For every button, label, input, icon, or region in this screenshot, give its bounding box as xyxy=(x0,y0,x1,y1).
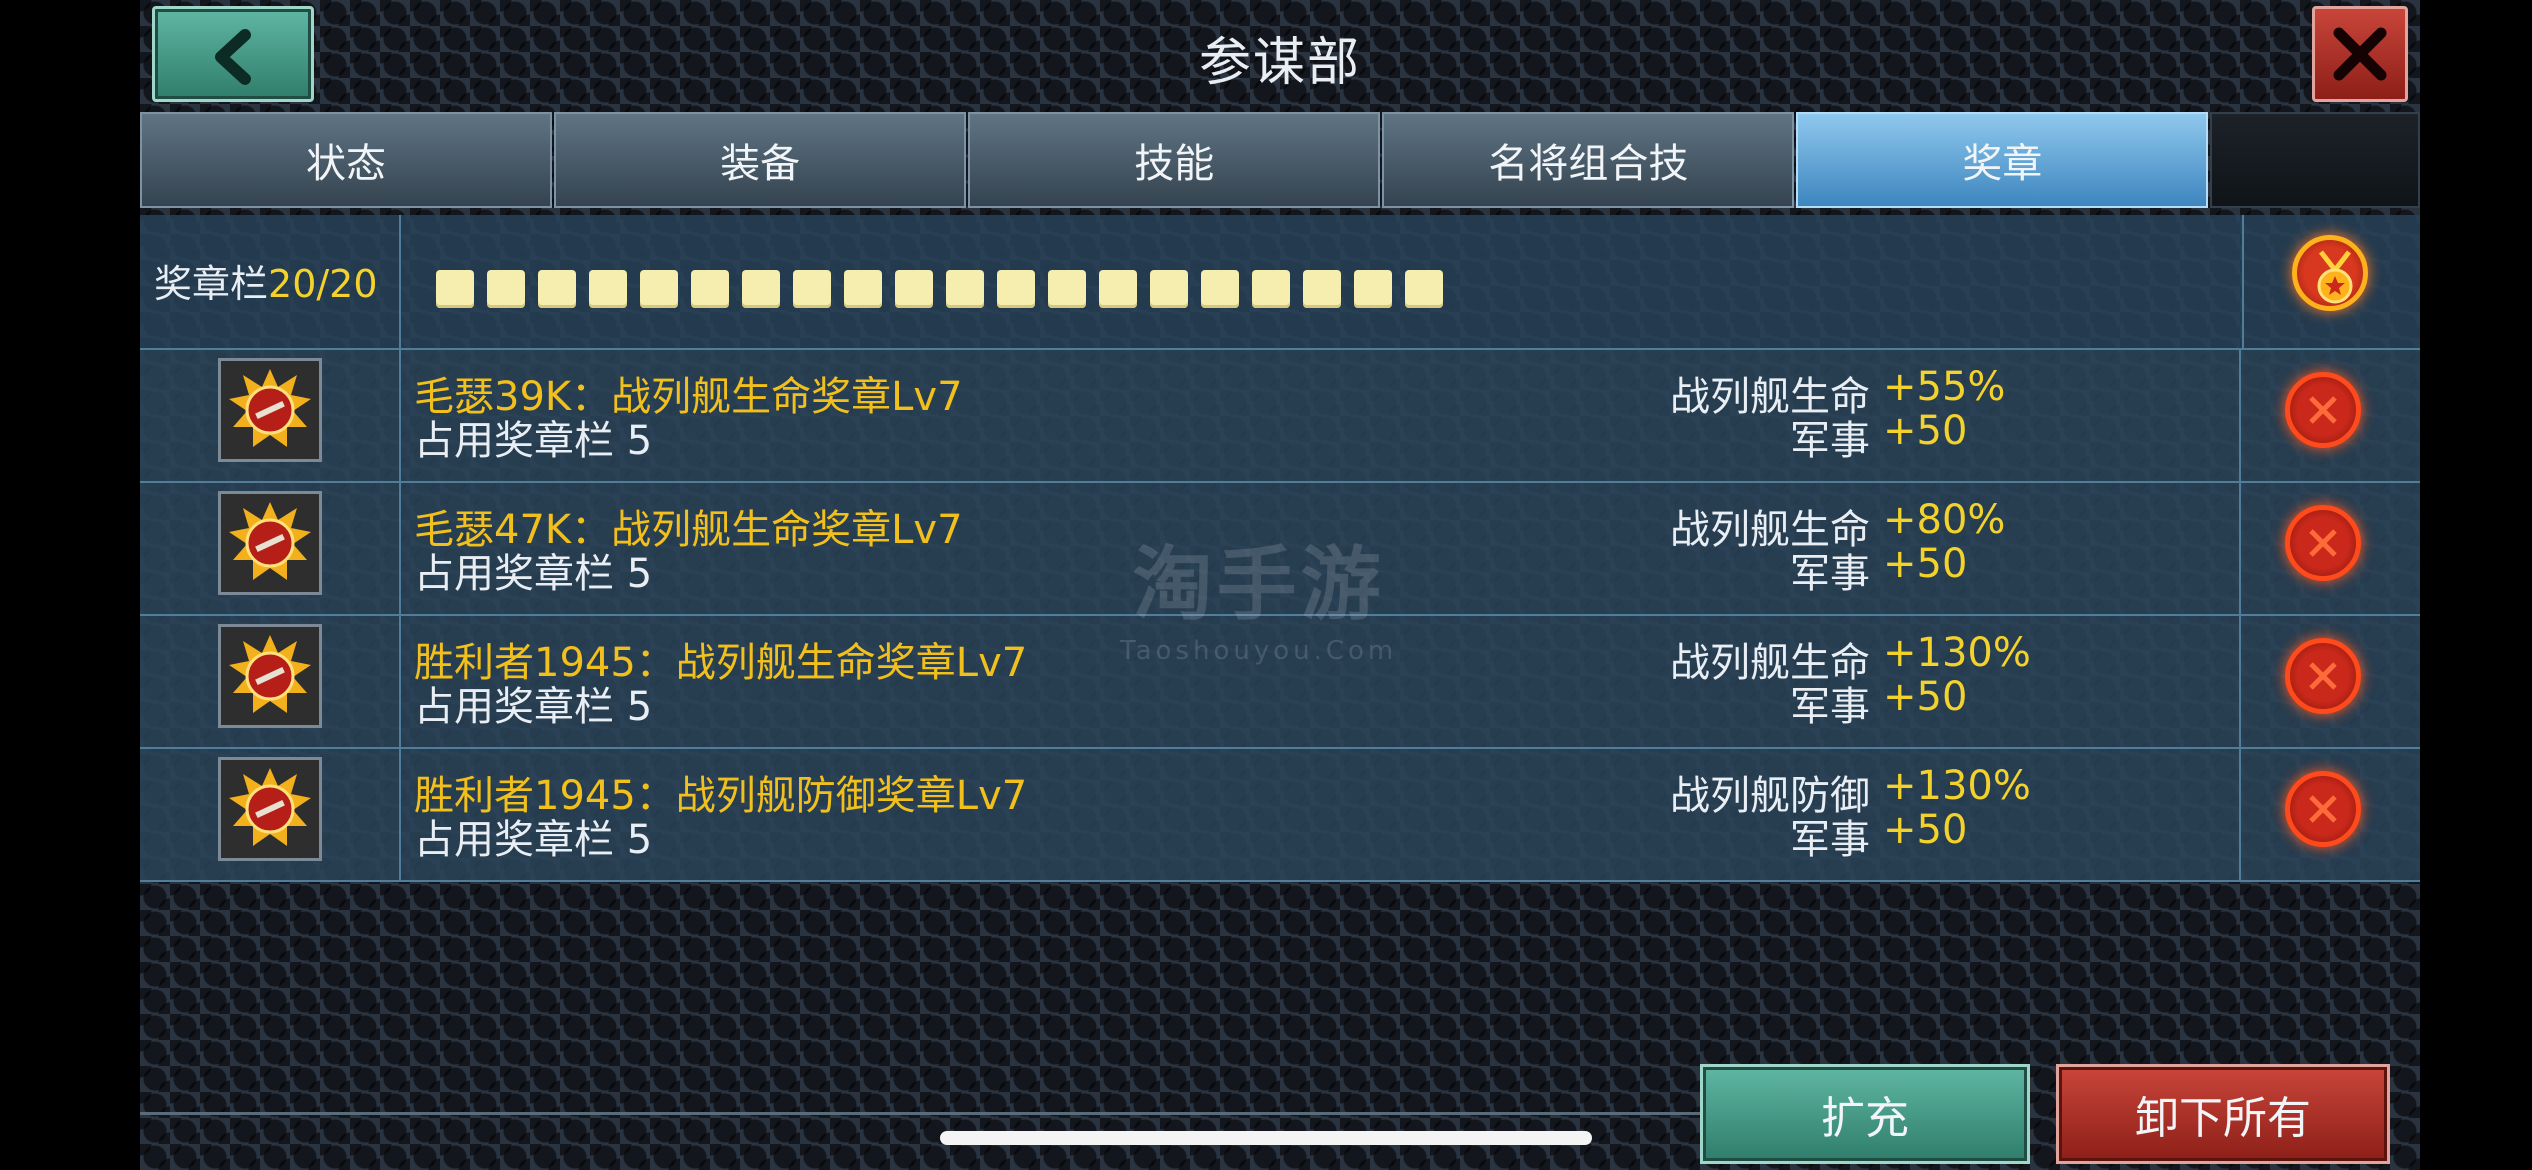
stat-value: +80% xyxy=(1883,497,2006,543)
close-icon xyxy=(2309,529,2337,557)
slot-square xyxy=(487,270,525,308)
slot-label: 奖章栏20/20 xyxy=(154,253,378,308)
column-divider xyxy=(2242,215,2244,348)
slot-square xyxy=(1150,270,1188,308)
slot-indicator xyxy=(436,270,1456,308)
slot-count: 20/20 xyxy=(268,262,378,306)
slot-square xyxy=(1354,270,1392,308)
slot-square xyxy=(1303,270,1341,308)
medal-slot-usage: 占用奖章栏 5 xyxy=(414,817,653,863)
watermark: 淘手游 Taoshouyou.Com xyxy=(1120,520,1397,666)
stat-label: 军事 xyxy=(1790,817,1870,863)
stat-value: +130% xyxy=(1883,763,2031,809)
slot-square xyxy=(691,270,729,308)
slot-square xyxy=(742,270,780,308)
expand-button[interactable]: 扩充 xyxy=(1700,1064,2030,1164)
close-icon xyxy=(2333,27,2387,81)
column-divider xyxy=(399,483,401,614)
slot-square xyxy=(895,270,933,308)
medal-icon xyxy=(2317,250,2353,304)
tab-medals[interactable]: 奖章 xyxy=(1796,112,2209,208)
close-icon xyxy=(2309,662,2337,690)
slot-square xyxy=(1405,270,1443,308)
slot-square xyxy=(1048,270,1086,308)
watermark-text: 淘手游 xyxy=(1132,538,1385,631)
remove-medal-button[interactable] xyxy=(2285,505,2361,581)
column-divider xyxy=(399,350,401,481)
slot-square xyxy=(589,270,627,308)
stat-label: 军事 xyxy=(1790,551,1870,597)
medal-slots-button[interactable] xyxy=(2292,235,2368,311)
slot-square xyxy=(844,270,882,308)
stat-value: +50 xyxy=(1883,807,1968,853)
home-indicator[interactable] xyxy=(940,1131,1592,1145)
column-divider xyxy=(2239,616,2241,747)
medal-row: 毛瑟39K：战列舰生命奖章Lv7 占用奖章栏 5 战列舰生命 +55% 军事 +… xyxy=(140,350,2420,483)
page-title: 参谋部 xyxy=(1198,33,1361,93)
column-divider xyxy=(399,616,401,747)
watermark-url: Taoshouyou.Com xyxy=(1120,636,1398,666)
tab-equipment[interactable]: 装备 xyxy=(554,112,967,208)
close-button[interactable] xyxy=(2312,6,2408,102)
medal-row: 胜利者1945：战列舰防御奖章Lv7 占用奖章栏 5 战列舰防御 +130% 军… xyxy=(140,749,2420,882)
close-icon xyxy=(2309,795,2337,823)
tab-status[interactable]: 状态 xyxy=(140,112,553,208)
slot-label-text: 奖章栏 xyxy=(154,262,269,306)
medal-slot-usage: 占用奖章栏 5 xyxy=(414,684,653,730)
stat-value: +130% xyxy=(1883,630,2031,676)
slot-square xyxy=(1252,270,1290,308)
slot-square xyxy=(640,270,678,308)
stat-value: +50 xyxy=(1883,674,1968,720)
stat-value: +55% xyxy=(1883,364,2006,410)
medal-badge-icon xyxy=(218,757,322,861)
slot-square xyxy=(1201,270,1239,308)
slot-square xyxy=(997,270,1035,308)
stat-value: +50 xyxy=(1883,408,1968,454)
slot-square xyxy=(436,270,474,308)
tab-placeholder xyxy=(2210,112,2420,208)
remove-medal-button[interactable] xyxy=(2285,372,2361,448)
medal-slot-row: 奖章栏20/20 xyxy=(140,215,2420,350)
medal-badge-icon xyxy=(218,491,322,595)
remove-medal-button[interactable] xyxy=(2285,771,2361,847)
medal-slot-usage: 占用奖章栏 5 xyxy=(414,551,653,597)
slot-square xyxy=(538,270,576,308)
tab-combo-skills[interactable]: 名将组合技 xyxy=(1382,112,1795,208)
stat-label: 军事 xyxy=(1790,684,1870,730)
staff-panel: 参谋部 状态 装备 技能 名将组合技 奖章 奖章栏20/20 毛瑟39K：战列舰… xyxy=(140,0,2420,1170)
column-divider xyxy=(2239,749,2241,880)
stat-value: +50 xyxy=(1883,541,1968,587)
slot-square xyxy=(946,270,984,308)
divider xyxy=(140,1112,1700,1115)
column-divider xyxy=(399,215,401,348)
column-divider xyxy=(2239,483,2241,614)
stat-label: 军事 xyxy=(1790,418,1870,464)
tab-bar: 状态 装备 技能 名将组合技 奖章 xyxy=(140,112,2420,208)
medal-slot-usage: 占用奖章栏 5 xyxy=(414,418,653,464)
tab-skills[interactable]: 技能 xyxy=(968,112,1381,208)
remove-medal-button[interactable] xyxy=(2285,638,2361,714)
column-divider xyxy=(399,749,401,880)
column-divider xyxy=(2239,350,2241,481)
medal-badge-icon xyxy=(218,624,322,728)
unload-all-button[interactable]: 卸下所有 xyxy=(2056,1064,2390,1164)
slot-square xyxy=(793,270,831,308)
close-icon xyxy=(2309,396,2337,424)
slot-square xyxy=(1099,270,1137,308)
medal-badge-icon xyxy=(218,358,322,462)
